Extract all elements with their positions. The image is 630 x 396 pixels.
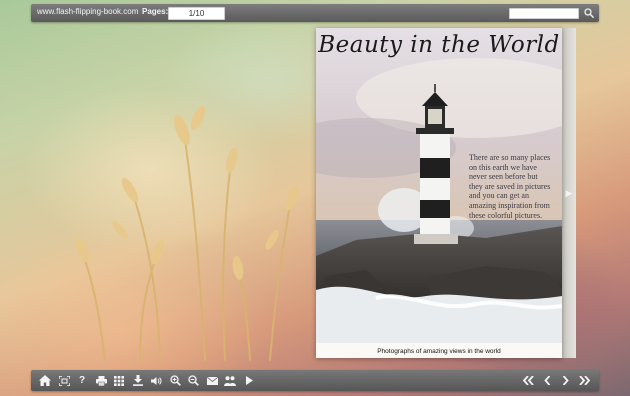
autoplay-icon[interactable]: [240, 372, 258, 389]
fit-screen-icon[interactable]: [55, 372, 73, 389]
page-title: Beauty in the World: [318, 32, 560, 58]
previous-page-icon[interactable]: [538, 372, 556, 389]
sound-icon[interactable]: [147, 372, 165, 389]
search-icon[interactable]: [584, 8, 594, 18]
site-link[interactable]: www.flash-flipping-book.com: [37, 7, 138, 16]
last-page-icon[interactable]: [575, 372, 593, 389]
zoom-in-icon[interactable]: [166, 372, 184, 389]
page-flip-arrow-icon[interactable]: ▶: [562, 186, 576, 200]
help-icon[interactable]: ?: [73, 372, 91, 389]
thumbnails-icon[interactable]: [110, 372, 128, 389]
share-icon[interactable]: [221, 372, 239, 389]
home-icon[interactable]: [36, 372, 54, 389]
book-page[interactable]: Beauty in the World There are so many pl…: [316, 28, 562, 358]
page-caption: Photographs of amazing views in the worl…: [377, 348, 501, 355]
pages-label: Pages:: [142, 7, 169, 16]
download-icon[interactable]: [129, 372, 147, 389]
top-toolbar: www.flash-flipping-book.com Pages: 1/10: [31, 4, 599, 22]
next-page-icon[interactable]: [556, 372, 574, 389]
search-input[interactable]: [509, 8, 579, 19]
zoom-out-icon[interactable]: [184, 372, 202, 389]
print-icon[interactable]: [92, 372, 110, 389]
page-number-input[interactable]: 1/10: [168, 7, 225, 20]
bottom-toolbar: ?: [31, 370, 599, 391]
page-body-text: There are so many places on this earth w…: [469, 153, 551, 220]
email-icon[interactable]: [203, 372, 221, 389]
first-page-icon[interactable]: [519, 372, 537, 389]
